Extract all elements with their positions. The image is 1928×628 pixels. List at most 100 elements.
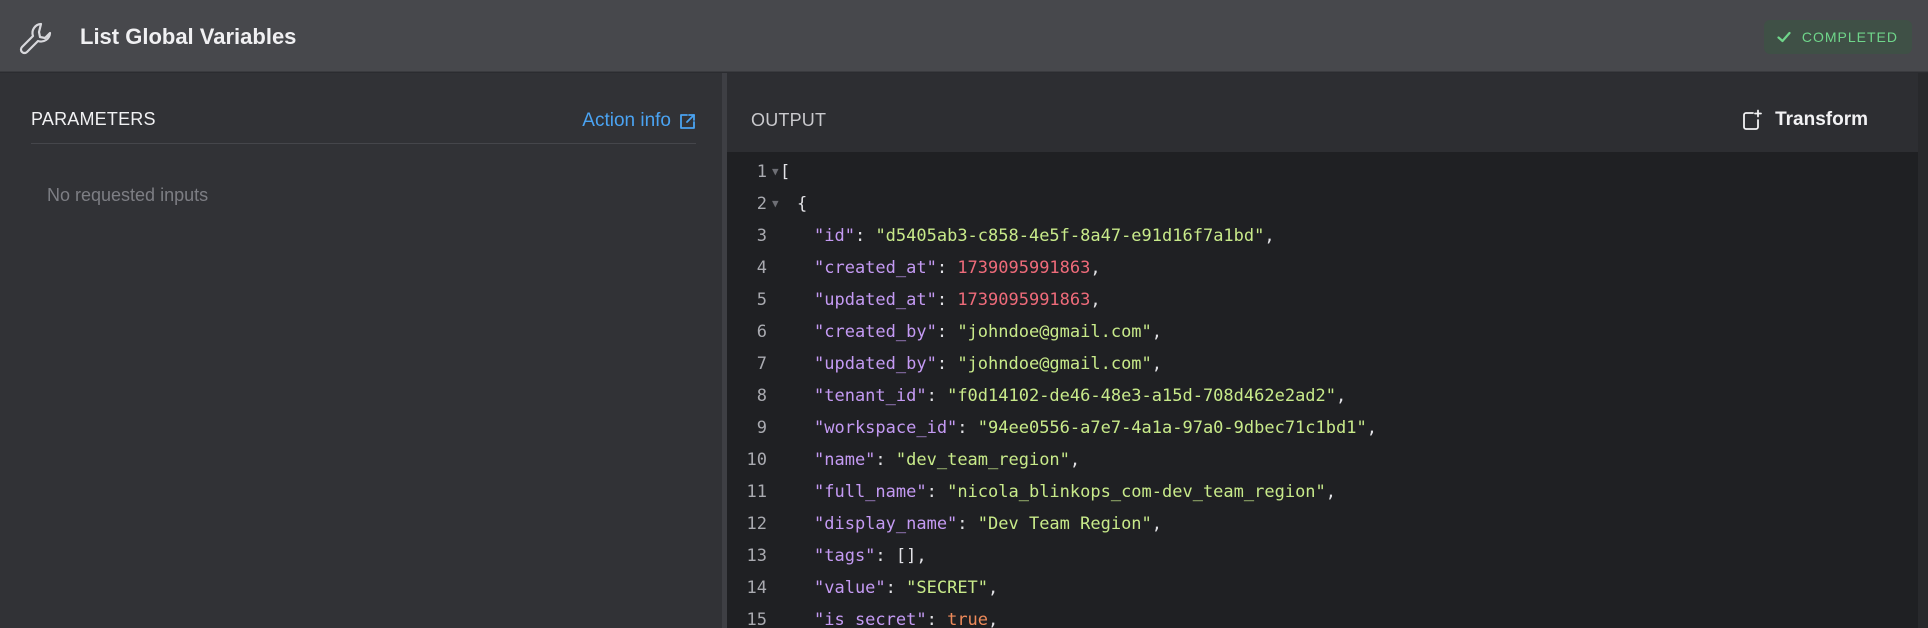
code-token: "name" <box>814 450 876 470</box>
action-info-link[interactable]: Action info <box>582 110 696 132</box>
code-line: 4 "created_at": 1739095991863, <box>727 258 1918 290</box>
code-token: , <box>988 610 999 628</box>
code-token: "johndoe@gmail.com" <box>957 322 1152 342</box>
code-line: 5 "updated_at": 1739095991863, <box>727 290 1918 322</box>
code-token: "is_secret" <box>814 610 927 628</box>
divider <box>31 143 696 144</box>
json-output-viewer[interactable]: 1 ▼[2 ▼{3 "id": "d5405ab3-c858-4e5f-8a47-e9… <box>727 152 1918 628</box>
code-line: 8 "tenant_id": "f0d14102-de46-48e3-a15d-7… <box>727 386 1918 418</box>
code-text: "created_at": 1739095991863, <box>814 258 1101 278</box>
code-token: : <box>936 354 958 374</box>
code-text: "is_secret": true, <box>814 610 998 628</box>
code-token: "id" <box>814 226 855 246</box>
code-token: : <box>854 226 876 246</box>
code-token: "created_at" <box>814 258 937 278</box>
code-token: "Dev Team Region" <box>977 514 1152 534</box>
code-token: , <box>1090 290 1101 310</box>
action-info-label: Action info <box>582 110 671 131</box>
code-token: , <box>1336 386 1347 406</box>
code-token: 1739095991863 <box>957 290 1091 310</box>
code-text: "workspace_id": "94ee0556-a7e7-4a1a-97a0… <box>814 418 1377 438</box>
line-number: 12 <box>746 514 767 534</box>
code-line: 1 ▼[ <box>727 162 1918 194</box>
step-header: List Global Variables COMPLETED <box>0 0 1928 72</box>
line-number: 2 <box>756 194 767 214</box>
code-token: 1739095991863 <box>957 258 1091 278</box>
code-text: "tenant_id": "f0d14102-de46-48e3-a15d-70… <box>814 386 1346 406</box>
line-number: 7 <box>756 354 767 374</box>
code-token: : <box>926 610 948 628</box>
line-number: 13 <box>746 546 767 566</box>
code-token: "updated_by" <box>814 354 937 374</box>
check-icon <box>1777 31 1791 43</box>
line-number: 5 <box>756 290 767 310</box>
code-token: , <box>1325 482 1337 502</box>
code-token: "full_name" <box>814 482 927 502</box>
code-line: 9 "workspace_id": "94ee0556-a7e7-4a1a-97a… <box>727 418 1918 450</box>
code-text: "tags": [], <box>814 546 927 566</box>
code-token: "d5405ab3-c858-4e5f-8a47-e91d16f7a1bd" <box>875 226 1265 246</box>
code-token: , <box>1069 450 1081 470</box>
code-line: 6 "created_by": "johndoe@gmail.com", <box>727 322 1918 354</box>
code-token: : <box>926 386 948 406</box>
code-text: "updated_at": 1739095991863, <box>814 290 1101 310</box>
code-text: "name": "dev_team_region", <box>814 450 1080 470</box>
status-label: COMPLETED <box>1801 29 1898 45</box>
fold-toggle-icon[interactable]: ▼ <box>772 165 779 178</box>
fold-toggle-icon[interactable]: ▼ <box>772 197 779 210</box>
transform-button[interactable]: Transform <box>1741 109 1868 131</box>
parameters-panel: PARAMETERS Action info No requested inpu… <box>0 73 722 628</box>
page-title: List Global Variables <box>80 24 297 49</box>
parameters-title: PARAMETERS <box>31 109 156 129</box>
wrench-icon <box>19 22 52 55</box>
external-link-icon <box>680 113 695 129</box>
code-token: : <box>885 578 907 598</box>
line-number: 4 <box>756 258 767 278</box>
output-panel: OUTPUT Transform 1 ▼[2 ▼{3 "id": "d5405ab3-… <box>727 73 1918 628</box>
code-token: : <box>957 514 978 534</box>
code-token: : <box>957 418 978 438</box>
code-text: "full_name": "nicola_blinkops_com-dev_te… <box>814 482 1336 502</box>
code-token: : <box>875 546 896 566</box>
code-token: "f0d14102-de46-48e3-a15d-708d462e2ad2" <box>947 386 1337 406</box>
empty-state-text: No requested inputs <box>47 185 209 205</box>
code-line: 12 "display_name": "Dev Team Region", <box>727 514 1918 546</box>
code-token: "johndoe@gmail.com" <box>957 354 1152 374</box>
code-token: "display_name" <box>814 514 958 534</box>
line-number: 6 <box>756 322 767 342</box>
code-token: "dev_team_region" <box>895 450 1070 470</box>
code-token: : <box>936 290 958 310</box>
line-number: 15 <box>746 610 767 628</box>
scrollbar[interactable] <box>1918 73 1928 628</box>
code-token: "94ee0556-a7e7-4a1a-97a0-9dbec71c1bd1" <box>977 418 1367 438</box>
code-token: "tenant_id" <box>814 386 927 406</box>
code-line: 2 ▼ { <box>727 194 1918 226</box>
code-token: "created_by" <box>814 322 937 342</box>
code-token: "SECRET" <box>906 578 989 598</box>
code-text: "created_by": "johndoe@gmail.com", <box>814 322 1162 342</box>
code-line: 7 "updated_by": "johndoe@gmail.com", <box>727 354 1918 386</box>
line-number: 1 <box>756 162 767 182</box>
code-token: , <box>916 546 927 566</box>
code-token: : <box>926 482 948 502</box>
output-title: OUTPUT <box>751 110 827 130</box>
code-line: 11 "full_name": "nicola_blinkops_com-dev_… <box>727 482 1918 514</box>
line-number: 10 <box>746 450 767 470</box>
transform-label: Transform <box>1775 109 1868 130</box>
code-line: 14 "value": "SECRET", <box>727 578 1918 610</box>
code-token: , <box>1090 258 1101 278</box>
code-token: { <box>797 194 808 214</box>
code-token: : <box>936 258 958 278</box>
output-toolbar: OUTPUT Transform <box>727 73 1918 152</box>
code-line: 10 "name": "dev_team_region", <box>727 450 1918 482</box>
code-token: : <box>936 322 958 342</box>
code-line: 15 "is_secret": true, <box>727 610 1918 628</box>
transform-icon <box>1743 109 1762 130</box>
code-token: : <box>875 450 896 470</box>
line-number: 14 <box>746 578 767 598</box>
code-text: { <box>797 194 807 214</box>
line-number: 8 <box>756 386 767 406</box>
code-text: [ <box>780 162 790 182</box>
code-text: "value": "SECRET", <box>814 578 998 598</box>
status-badge: COMPLETED <box>1763 20 1912 54</box>
